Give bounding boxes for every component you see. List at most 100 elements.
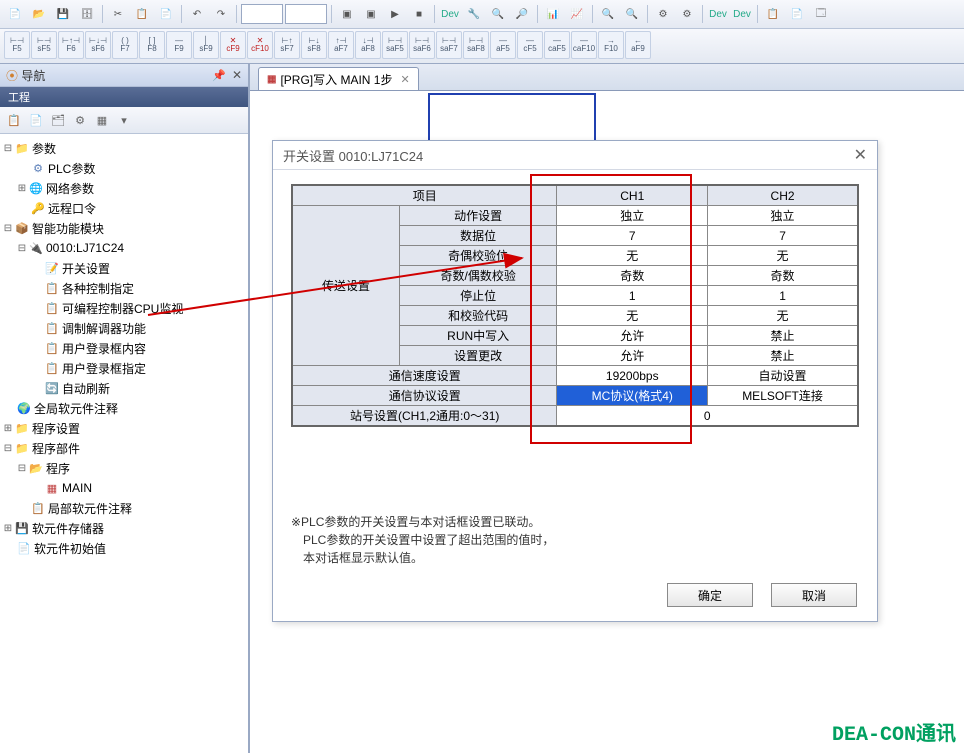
run-icon[interactable]: ▶ (384, 3, 406, 25)
nav-tool-4[interactable]: ⚙ (70, 110, 90, 130)
fkey-f6[interactable]: ⊢↑⊣F6 (58, 31, 84, 59)
cell-speed-ch1[interactable]: 19200bps (557, 366, 708, 386)
cell-speed-ch2[interactable]: 自动设置 (708, 366, 858, 386)
cell-parity-ch2[interactable]: 无 (708, 246, 858, 266)
project-tree[interactable]: ⊟📁参数 ⚙PLC参数 ⊞🌐网络参数 🔑远程口令 ⊟📦智能功能模块 ⊟🔌0010… (0, 134, 248, 753)
t2-icon[interactable]: 🔎 (511, 3, 533, 25)
combo-2[interactable] (285, 4, 327, 24)
cell-setchange-ch2[interactable]: 禁止 (708, 346, 858, 366)
cell-parity-ch1[interactable]: 无 (557, 246, 708, 266)
mon2-icon[interactable]: ▣ (360, 3, 382, 25)
tree-toggle[interactable]: ⊟ (16, 243, 28, 254)
fkey-cf9[interactable]: ✕cF9 (220, 31, 246, 59)
fkey-af5[interactable]: —aF5 (490, 31, 516, 59)
fkey-f5[interactable]: ⊢⊣F5 (4, 31, 30, 59)
cell-action-ch2[interactable]: 独立 (708, 206, 858, 226)
t3-icon[interactable]: 📊 (542, 3, 564, 25)
fkey-cf10[interactable]: ✕cF10 (247, 31, 273, 59)
fkey-f10[interactable]: →F10 (598, 31, 624, 59)
tree-toggle[interactable]: ⊟ (16, 463, 28, 474)
cell-oddeven-ch2[interactable]: 奇数 (708, 266, 858, 286)
tree-login-spec[interactable]: 用户登录框指定 (62, 360, 146, 377)
fkey-saf6[interactable]: ⊢⊣saF6 (409, 31, 435, 59)
cell-databit-ch1[interactable]: 7 (557, 226, 708, 246)
tree-remote-pw[interactable]: 远程口令 (48, 200, 96, 217)
tab-close-icon[interactable]: ✕ (400, 73, 409, 86)
tree-toggle[interactable]: ⊟ (2, 143, 14, 154)
cell-protocol-ch1[interactable]: MC协议(格式4) (557, 386, 708, 406)
cell-databit-ch2[interactable]: 7 (708, 226, 858, 246)
tree-prog-parts[interactable]: 程序部件 (32, 440, 80, 457)
tab-main[interactable]: ▦ [PRG]写入 MAIN 1步 ✕ (258, 67, 419, 90)
cell-runwrite-ch2[interactable]: 禁止 (708, 326, 858, 346)
cell-station[interactable]: 0 (557, 406, 858, 427)
fkey-af8[interactable]: ↓⊣aF8 (355, 31, 381, 59)
nav-tool-2[interactable]: 📄 (26, 110, 46, 130)
fkey-sf8[interactable]: ⊢↓sF8 (301, 31, 327, 59)
saveall-icon[interactable]: 🗄 (76, 3, 98, 25)
fkey-caf10[interactable]: —caF10 (571, 31, 597, 59)
tree-cpu-monitor[interactable]: 可编程控制器CPU监视 (62, 300, 183, 317)
undo-icon[interactable]: ↶ (186, 3, 208, 25)
tree-param[interactable]: 参数 (32, 140, 56, 157)
nav-close-icon[interactable]: ✕ (232, 68, 242, 82)
tree-main[interactable]: MAIN (62, 481, 92, 495)
tree-dev-mem[interactable]: 软元件存储器 (32, 520, 104, 537)
tree-toggle[interactable]: ⊞ (16, 183, 28, 194)
dev-icon[interactable]: Dev (439, 3, 461, 25)
t4-icon[interactable]: 📈 (566, 3, 588, 25)
fkey-saf8[interactable]: ⊢⊣saF8 (463, 31, 489, 59)
cell-protocol-ch2[interactable]: MELSOFT连接 (708, 386, 858, 406)
fkey-af9[interactable]: ←aF9 (625, 31, 651, 59)
tree-program[interactable]: 程序 (46, 460, 70, 477)
redo-icon[interactable]: ↷ (210, 3, 232, 25)
nav-tool-6[interactable]: ▾ (114, 110, 134, 130)
nav-tool-3[interactable]: 🗂 (48, 110, 68, 130)
fkey-sf9[interactable]: │sF9 (193, 31, 219, 59)
fkey-saf7[interactable]: ⊢⊣saF7 (436, 31, 462, 59)
t9-icon[interactable]: 📋 (762, 3, 784, 25)
cell-sumcheck-ch2[interactable]: 无 (708, 306, 858, 326)
fkey-f7[interactable]: ( )F7 (112, 31, 138, 59)
save-icon[interactable]: 💾 (52, 3, 74, 25)
fkey-f9[interactable]: —F9 (166, 31, 192, 59)
t1-icon[interactable]: 🔍 (487, 3, 509, 25)
tree-plc-param[interactable]: PLC参数 (48, 160, 95, 177)
new-icon[interactable]: 📄 (4, 3, 26, 25)
pin-icon[interactable]: 📌 (212, 69, 226, 82)
dev2-icon[interactable]: Dev (707, 3, 729, 25)
tree-toggle[interactable]: ⊟ (2, 223, 14, 234)
tree-dev-init[interactable]: 软元件初始值 (34, 540, 106, 557)
tree-module-id[interactable]: 0010:LJ71C24 (46, 241, 124, 255)
tree-ctrl-spec[interactable]: 各种控制指定 (62, 280, 134, 297)
t6-icon[interactable]: 🔍 (621, 3, 643, 25)
tree-toggle[interactable]: ⊟ (2, 443, 14, 454)
cut-icon[interactable]: ✂ (107, 3, 129, 25)
tree-modem[interactable]: 调制解调器功能 (62, 320, 146, 337)
t5-icon[interactable]: 🔍 (597, 3, 619, 25)
tree-global-comment[interactable]: 全局软元件注释 (34, 400, 118, 417)
cell-stop-ch2[interactable]: 1 (708, 286, 858, 306)
tree-net-param[interactable]: 网络参数 (46, 180, 94, 197)
cell-setchange-ch1[interactable]: 允许 (557, 346, 708, 366)
mon-icon[interactable]: ▣ (336, 3, 358, 25)
tree-toggle[interactable]: ⊞ (2, 523, 14, 534)
fkey-af7[interactable]: ↑⊣aF7 (328, 31, 354, 59)
fkey-sf6[interactable]: ⊢↓⊣sF6 (85, 31, 111, 59)
tree-login-content[interactable]: 用户登录框内容 (62, 340, 146, 357)
stop-icon[interactable]: ■ (408, 3, 430, 25)
t10-icon[interactable]: 📄 (786, 3, 808, 25)
dialog-close-icon[interactable]: ✕ (854, 145, 867, 165)
tree-prog-set[interactable]: 程序设置 (32, 420, 80, 437)
t11-icon[interactable]: 🗔 (810, 3, 832, 25)
open-icon[interactable]: 📂 (28, 3, 50, 25)
tree-auto-refresh[interactable]: 自动刷新 (62, 380, 110, 397)
fkey-saf5[interactable]: ⊢⊣saF5 (382, 31, 408, 59)
nav-tool-1[interactable]: 📋 (4, 110, 24, 130)
paste-icon[interactable]: 📄 (155, 3, 177, 25)
copy-icon[interactable]: 📋 (131, 3, 153, 25)
cell-stop-ch1[interactable]: 1 (557, 286, 708, 306)
cell-runwrite-ch1[interactable]: 允许 (557, 326, 708, 346)
fkey-f8[interactable]: [ ]F8 (139, 31, 165, 59)
tree-switch-set[interactable]: 开关设置 (62, 260, 110, 277)
